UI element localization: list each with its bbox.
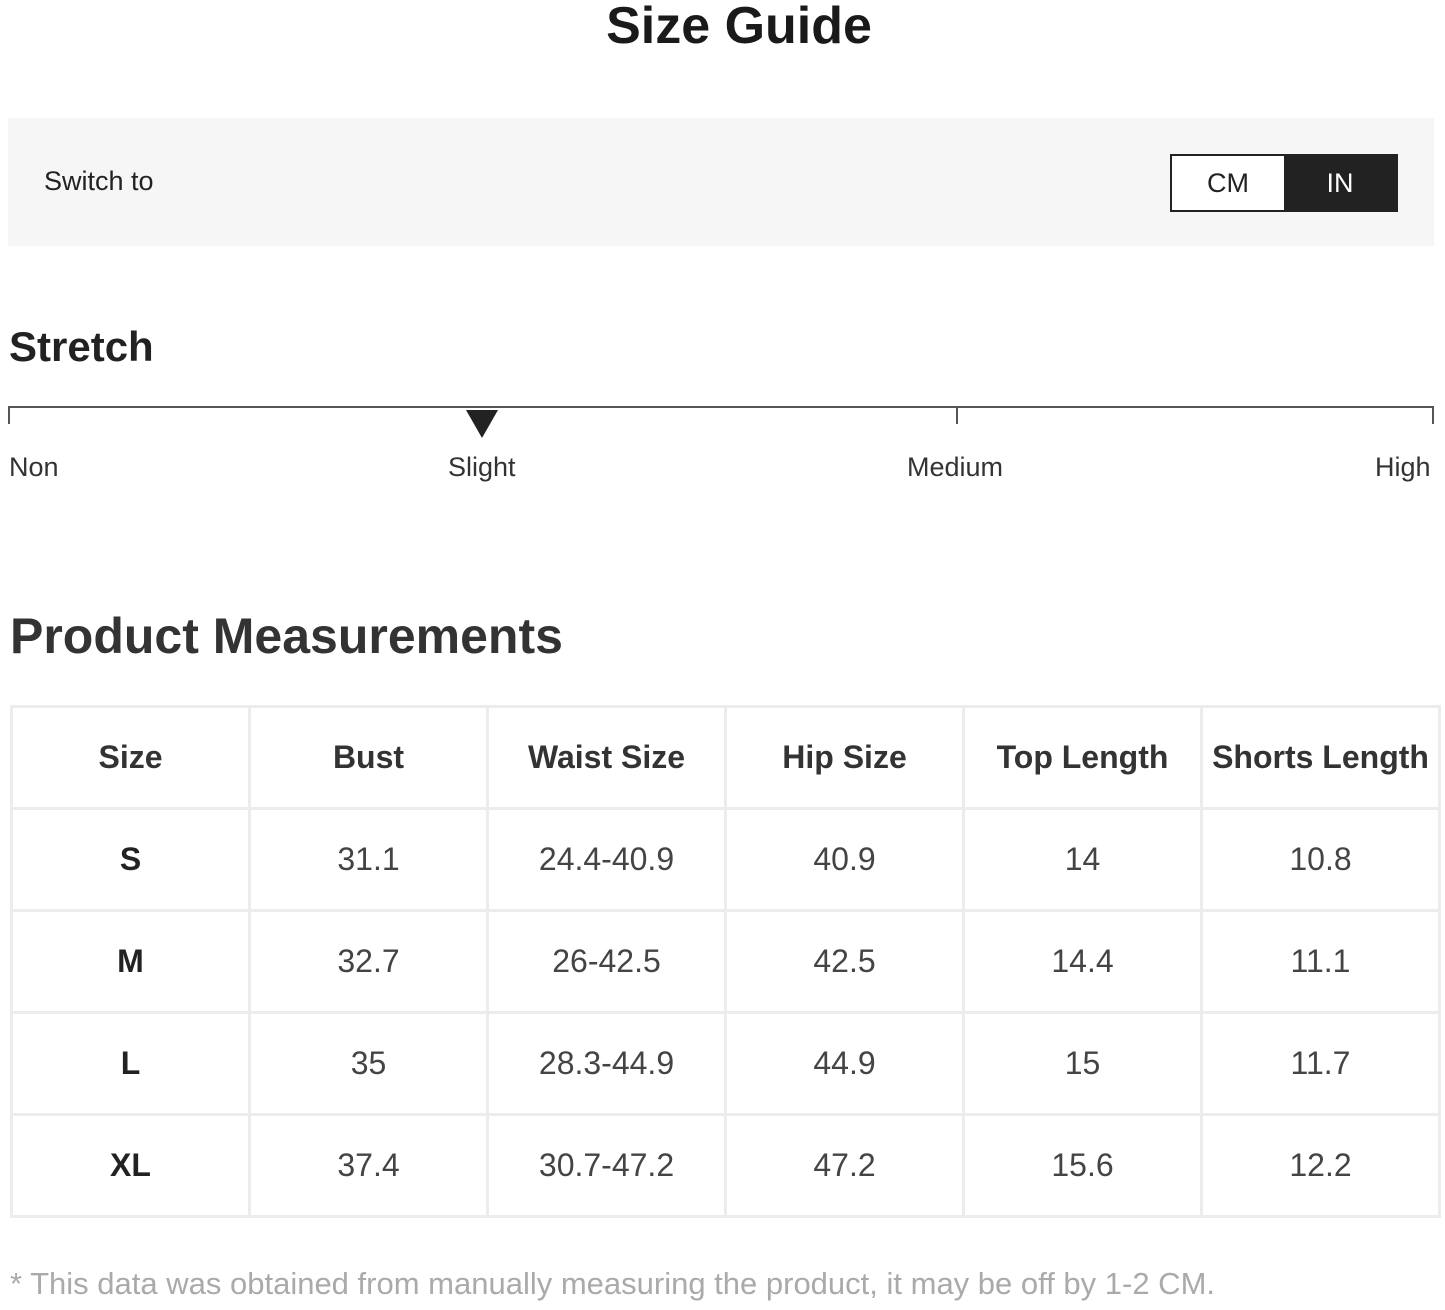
unit-in-button[interactable]: IN [1284,156,1396,210]
measurements-table: Size Bust Waist Size Hip Size Top Length… [10,705,1441,1218]
hip-size-cell: 40.9 [724,807,965,912]
top-length-cell: 14.4 [962,909,1203,1014]
bust-cell: 31.1 [248,807,489,912]
stretch-tick-medium [956,406,958,424]
product-measurements-title: Product Measurements [10,608,563,664]
column-header-hip-size: Hip Size [724,705,965,810]
bust-cell: 35 [248,1011,489,1116]
stretch-tick-non [8,406,10,424]
table-row: XL 37.4 30.7-47.2 47.2 15.6 12.2 [10,1113,1441,1218]
stretch-title: Stretch [9,323,154,370]
waist-size-cell: 28.3-44.9 [486,1011,727,1116]
hip-size-cell: 44.9 [724,1011,965,1116]
stretch-label-slight: Slight [448,452,516,482]
table-row: S 31.1 24.4-40.9 40.9 14 10.8 [10,807,1441,912]
waist-size-cell: 30.7-47.2 [486,1113,727,1218]
bust-cell: 37.4 [248,1113,489,1218]
shorts-length-cell: 10.8 [1200,807,1441,912]
size-cell: M [10,909,251,1014]
stretch-scale-track [8,406,1434,408]
switch-to-label: Switch to [44,166,154,196]
size-cell: XL [10,1113,251,1218]
column-header-waist-size: Waist Size [486,705,727,810]
top-length-cell: 15 [962,1011,1203,1116]
page-title: Size Guide [606,0,872,55]
stretch-label-medium: Medium [907,452,1004,482]
unit-cm-button[interactable]: CM [1172,156,1284,210]
unit-toggle: CM IN [1170,154,1398,212]
shorts-length-cell: 11.7 [1200,1011,1441,1116]
table-row: L 35 28.3-44.9 44.9 15 11.7 [10,1011,1441,1116]
top-length-cell: 15.6 [962,1113,1203,1218]
table-header-row: Size Bust Waist Size Hip Size Top Length… [10,705,1441,810]
waist-size-cell: 24.4-40.9 [486,807,727,912]
stretch-label-high: High [1375,452,1431,482]
column-header-top-length: Top Length [962,705,1203,810]
shorts-length-cell: 11.1 [1200,909,1441,1014]
shorts-length-cell: 12.2 [1200,1113,1441,1218]
stretch-tick-high [1432,406,1434,424]
top-length-cell: 14 [962,807,1203,912]
size-cell: S [10,807,251,912]
footnote: * This data was obtained from manually m… [10,1266,1216,1301]
hip-size-cell: 47.2 [724,1113,965,1218]
column-header-size: Size [10,705,251,810]
size-cell: L [10,1011,251,1116]
waist-size-cell: 26-42.5 [486,909,727,1014]
unit-switch-bar: Switch to CM IN [8,118,1434,246]
stretch-marker-icon [466,410,498,438]
column-header-shorts-length: Shorts Length [1200,705,1441,810]
table-row: M 32.7 26-42.5 42.5 14.4 11.1 [10,909,1441,1014]
hip-size-cell: 42.5 [724,909,965,1014]
column-header-bust: Bust [248,705,489,810]
stretch-label-non: Non [9,452,59,482]
bust-cell: 32.7 [248,909,489,1014]
